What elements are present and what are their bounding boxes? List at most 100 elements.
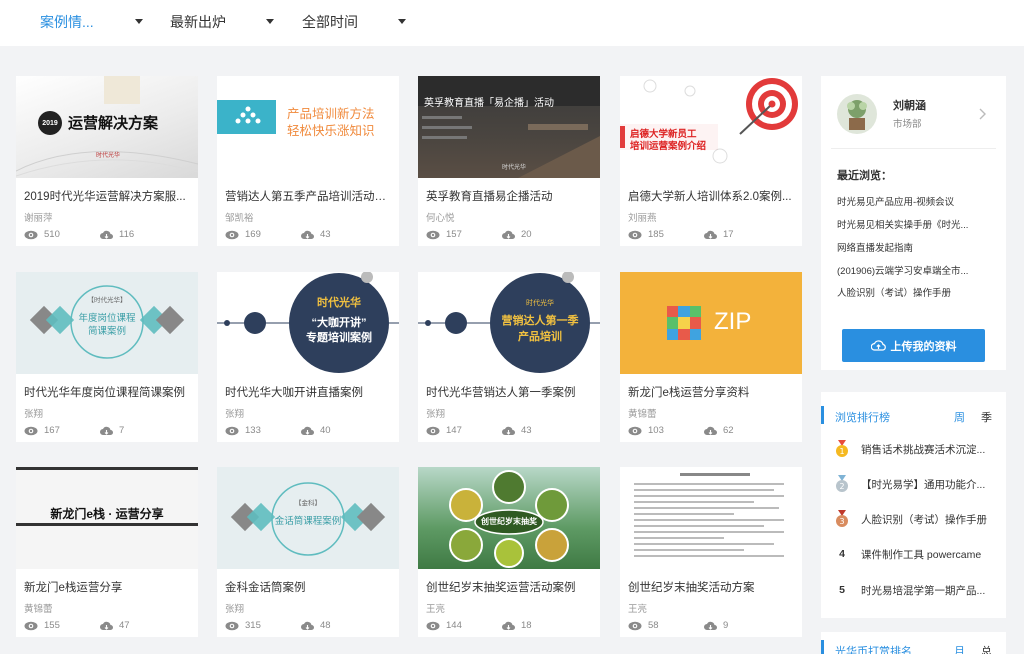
case-card[interactable]: 产品培训新方法 轻松快乐涨知识 营销达人第五季产品培训活动方案 邹凯裕 169 … <box>217 76 399 246</box>
view-count: 133 <box>245 425 261 436</box>
card-title[interactable]: 时代光华年度岗位课程简课案例 <box>24 384 190 400</box>
rank-text: 【时光易学】通用功能介... <box>861 478 986 491</box>
case-card[interactable]: 英孚教育直播「易企播」活动 时代光华 英孚教育直播易企播活动 何心悦 157 2… <box>418 76 600 246</box>
card-stats: 147 43 <box>426 425 532 436</box>
card-stats: 144 18 <box>426 620 532 631</box>
card-title[interactable]: 新龙门e栈运营分享资料 <box>628 384 794 400</box>
bronze-medal-icon: 3 <box>836 510 848 527</box>
thumb-logo: 时代光华 <box>502 165 527 171</box>
eye-icon <box>426 426 440 435</box>
filter-sort[interactable]: 最新出炉 <box>170 11 274 33</box>
card-stats: 58 9 <box>628 620 728 631</box>
eye-icon <box>24 426 38 435</box>
case-card[interactable]: ZIP 新龙门e栈运营分享资料 黄锦蕾 103 62 <box>620 272 802 442</box>
tab-week[interactable]: 周 <box>954 409 965 425</box>
view-count: 144 <box>446 620 462 631</box>
card-title[interactable]: 金科金话筒案例 <box>225 579 391 595</box>
download-count: 7 <box>119 425 125 436</box>
card-title[interactable]: 创世纪岁末抽奖运营活动案例 <box>426 579 592 595</box>
recent-item[interactable]: 时光易见相关实操手册《时光... <box>837 217 995 231</box>
download-count: 43 <box>320 229 331 240</box>
silver-medal-icon: 2 <box>836 475 848 492</box>
case-card[interactable]: 【时代光华】 年度岗位课程 简课案例 时代光华年度岗位课程简课案例 张翔 167… <box>16 272 198 442</box>
upload-label: 上传我的资料 <box>890 340 957 353</box>
avatar[interactable] <box>837 94 877 134</box>
cloud-download-icon <box>100 230 113 239</box>
rank-item[interactable]: 2 【时光易学】通用功能介... <box>835 472 1011 496</box>
recent-item[interactable]: (201906)云端学习安卓端全市... <box>837 263 995 277</box>
chevron-right-icon[interactable] <box>979 108 987 120</box>
card-stats: 157 20 <box>426 229 532 240</box>
card-title[interactable]: 英孚教育直播易企播活动 <box>426 188 592 204</box>
rank-item[interactable]: 1 销售话术挑战赛活术沉淀... <box>835 437 1011 461</box>
view-count: 315 <box>245 620 261 631</box>
rank-number: 2 <box>839 482 844 491</box>
card-author: 张翔 <box>426 409 446 420</box>
rank-number: 1 <box>839 447 844 456</box>
eye-icon <box>426 621 440 630</box>
case-card[interactable]: 【金科】 金话筒课程案例 金科金话筒案例 张翔 315 48 <box>217 467 399 637</box>
thumb-subtitle: 轻松快乐涨知识 <box>287 124 375 138</box>
card-thumbnail <box>620 467 802 569</box>
thumb-badge: 【时代光华】 <box>87 297 127 304</box>
upload-button[interactable]: 上传我的资料 <box>842 329 985 362</box>
case-card[interactable]: 2019 运营解决方案 时代光华 2019时代光华运营解决方案服... 谢丽萍 … <box>16 76 198 246</box>
thumb-title: 创世纪岁末抽奖 <box>481 517 537 526</box>
card-title[interactable]: 时代光华大咖开讲直播案例 <box>225 384 391 400</box>
user-name[interactable]: 刘朝涵 <box>893 97 926 113</box>
recent-item[interactable]: 时光易见产品应用-视频会议 <box>837 194 995 208</box>
card-title[interactable]: 新龙门e栈运营分享 <box>24 579 190 595</box>
card-author: 何心悦 <box>426 213 455 224</box>
rank-item[interactable]: 3 人脸识别（考试）操作手册 <box>835 507 1011 531</box>
filter-category-label: 案例情... <box>40 14 94 30</box>
card-stats: 133 40 <box>225 425 331 436</box>
tab-month[interactable]: 月 <box>954 643 965 654</box>
user-department: 市场部 <box>893 119 922 130</box>
card-title[interactable]: 营销达人第五季产品培训活动方案 <box>225 188 391 204</box>
card-title[interactable]: 创世纪岁末抽奖活动方案 <box>628 579 794 595</box>
cloud-download-icon <box>301 621 314 630</box>
case-card[interactable]: 启德大学新员工 培训运营案例介绍 启德大学新人培训体系2.0案例... 刘丽燕 … <box>620 76 802 246</box>
card-thumbnail: ZIP <box>620 272 802 374</box>
filter-time[interactable]: 全部时间 <box>302 11 406 33</box>
case-card[interactable]: 创世纪岁末抽奖活动方案 王亮 58 9 <box>620 467 802 637</box>
card-author: 张翔 <box>225 604 245 615</box>
card-stats: 510 116 <box>24 229 134 240</box>
recent-item[interactable]: 人脸识别（考试）操作手册 <box>837 285 995 299</box>
filter-category[interactable]: 案例情... <box>40 11 143 33</box>
card-title[interactable]: 时代光华营销达人第一季案例 <box>426 384 592 400</box>
download-count: 20 <box>521 229 532 240</box>
tab-quarter[interactable]: 季 <box>981 409 992 425</box>
view-count: 157 <box>446 229 462 240</box>
eye-icon <box>628 230 642 239</box>
thumb-title: 运营解决方案 <box>68 115 159 132</box>
card-title[interactable]: 启德大学新人培训体系2.0案例... <box>628 188 794 204</box>
card-author: 谢丽萍 <box>24 213 53 224</box>
download-count: 40 <box>320 425 331 436</box>
case-card[interactable]: 时代光华 “大咖开讲” 专题培训案例 时代光华大咖开讲直播案例 张翔 133 4… <box>217 272 399 442</box>
card-thumbnail: 时代光华 营销达人第一季 产品培训 <box>418 272 600 374</box>
thumb-subtitle: 产品培训 <box>518 331 562 343</box>
recent-item[interactable]: 网络直播发起指南 <box>837 240 995 254</box>
case-card[interactable]: 时代光华 营销达人第一季 产品培训 时代光华营销达人第一季案例 张翔 147 4… <box>418 272 600 442</box>
card-thumbnail: 产品培训新方法 轻松快乐涨知识 <box>217 76 399 178</box>
card-thumbnail: 英孚教育直播「易企播」活动 时代光华 <box>418 76 600 178</box>
rank-item[interactable]: 5 时光易培混学第一期产品... <box>835 578 1011 602</box>
thumb-title: 英孚教育直播「易企播」活动 <box>424 98 554 109</box>
eye-icon <box>225 621 239 630</box>
case-card[interactable]: 创世纪岁末抽奖 创世纪岁末抽奖运营活动案例 王亮 144 18 <box>418 467 600 637</box>
card-author: 张翔 <box>225 409 245 420</box>
card-author: 王亮 <box>628 604 648 615</box>
case-card[interactable]: 新龙门e栈 · 运营分享 新龙门e栈运营分享 黄锦蕾 155 47 <box>16 467 198 637</box>
cloud-download-icon <box>704 621 717 630</box>
cloud-download-icon <box>301 426 314 435</box>
tab-total[interactable]: 总 <box>981 643 992 654</box>
download-count: 116 <box>119 229 135 240</box>
view-count: 185 <box>648 229 664 240</box>
rank-item[interactable]: 4 课件制作工具 powercame <box>835 542 1011 566</box>
download-count: 48 <box>320 620 331 631</box>
card-title[interactable]: 2019时代光华运营解决方案服... <box>24 188 190 204</box>
thumb-badge: 时代光华 <box>526 300 554 307</box>
zip-file-icon <box>667 306 701 340</box>
card-thumbnail: 新龙门e栈 · 运营分享 <box>16 467 198 569</box>
